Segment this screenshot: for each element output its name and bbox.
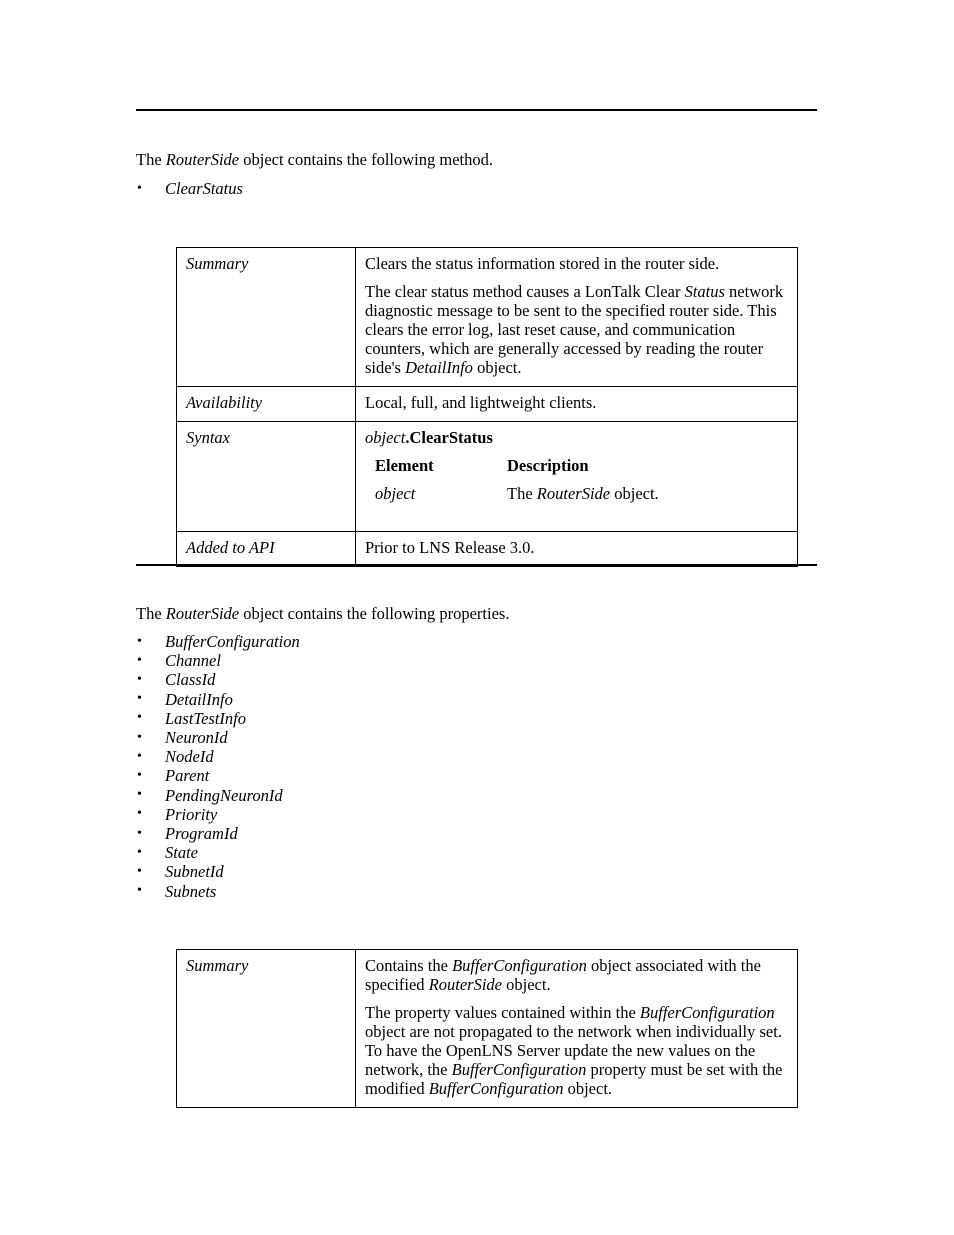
list-item: ClassId — [136, 670, 300, 690]
properties-intro-prefix: The — [136, 604, 166, 623]
row-label-summary: Summary — [176, 247, 356, 387]
syntax-element-grid: Element Description object The RouterSid… — [375, 456, 805, 512]
properties-intro-paragraph: The RouterSide object contains the follo… — [136, 604, 509, 623]
bufferconfig-summary-paragraph-2: The property values contained within the… — [365, 1003, 788, 1098]
row-value-availability: Local, full, and lightweight clients. — [355, 386, 798, 422]
summary-paragraph-2: The clear status method causes a LonTalk… — [365, 282, 788, 377]
list-item: BufferConfiguration — [136, 631, 300, 651]
list-item: Subnets — [136, 881, 300, 901]
list-item: SubnetId — [136, 862, 300, 882]
list-item: NodeId — [136, 747, 300, 767]
summary-p2-part-1: The clear status method causes a LonTalk… — [365, 282, 685, 301]
bc-p2-italic-1: BufferConfiguration — [639, 1003, 775, 1022]
syntax-bottom-spacer — [365, 514, 788, 522]
list-item: ClearStatus — [136, 178, 243, 198]
added-to-api-text: Prior to LNS Release 3.0. — [365, 538, 535, 557]
row-value-summary: Contains the BufferConfiguration object … — [355, 949, 798, 1108]
methods-intro-paragraph: The RouterSide object contains the follo… — [136, 150, 493, 169]
list-item: NeuronId — [136, 728, 300, 748]
properties-list: BufferConfiguration Channel ClassId Deta… — [136, 631, 300, 901]
bufferconfiguration-reference-table: Summary Contains the BufferConfiguration… — [176, 949, 798, 1108]
row-value-summary: Clears the status information stored in … — [355, 247, 798, 387]
syntax-element-description: The RouterSide object. — [507, 484, 805, 512]
row-label-availability: Availability — [176, 386, 356, 422]
availability-text: Local, full, and lightweight clients. — [365, 393, 597, 412]
summary-p2-italic-detailinfo: DetailInfo — [405, 358, 473, 377]
table-row: Added to API Prior to LNS Release 3.0. — [176, 531, 798, 567]
section-divider-middle — [136, 564, 817, 566]
syntax-header-element-text: Element — [375, 456, 434, 475]
table-row: Summary Contains the BufferConfiguration… — [176, 949, 798, 1108]
clearstatus-reference-table: Summary Clears the status information st… — [176, 247, 798, 567]
syntax-element-desc-object: RouterSide — [536, 484, 611, 503]
summary-p2-part-3: object. — [472, 358, 522, 377]
syntax-signature: object.ClearStatus — [365, 428, 788, 447]
properties-intro-suffix: object contains the following properties… — [239, 604, 510, 623]
list-item: DetailInfo — [136, 689, 300, 709]
bc-p1-italic-routerside: RouterSide — [428, 975, 503, 994]
properties-intro-object-name: RouterSide — [165, 604, 240, 623]
row-value-syntax: object.ClearStatus Element Description o… — [355, 421, 798, 532]
list-item: PendingNeuronId — [136, 785, 300, 805]
list-item: Channel — [136, 651, 300, 671]
syntax-element-desc-prefix: The — [507, 484, 537, 503]
methods-intro-prefix: The — [136, 150, 166, 169]
syntax-header-element: Element — [375, 456, 507, 484]
row-value-added-to-api: Prior to LNS Release 3.0. — [355, 531, 798, 567]
bc-p1-italic-bufferconfiguration: BufferConfiguration — [452, 956, 587, 975]
table-row: Element Description — [375, 456, 805, 484]
section-divider-top — [136, 109, 817, 111]
bc-p2-part-4: object. — [563, 1079, 613, 1098]
syntax-header-description-text: Description — [507, 456, 589, 475]
bc-p1-part-3: object. — [502, 975, 551, 994]
bc-p2-italic-3: BufferConfiguration — [428, 1079, 564, 1098]
table-row: Syntax object.ClearStatus Element Descri… — [176, 421, 798, 532]
syntax-element-name: object — [375, 484, 507, 512]
row-label-added-to-api: Added to API — [176, 531, 356, 567]
document-page: The RouterSide object contains the follo… — [0, 0, 954, 1235]
list-item: State — [136, 843, 300, 863]
syntax-signature-object: object — [365, 428, 406, 447]
syntax-element-name-text: object — [375, 484, 416, 503]
methods-intro-suffix: object contains the following method. — [239, 150, 493, 169]
list-item: ProgramId — [136, 824, 300, 844]
list-item: Priority — [136, 804, 300, 824]
syntax-element-desc-suffix: object. — [610, 484, 659, 503]
summary-paragraph-1: Clears the status information stored in … — [365, 254, 720, 273]
row-label-summary: Summary — [176, 949, 356, 1108]
methods-intro-object-name: RouterSide — [165, 150, 240, 169]
bufferconfig-summary-paragraph-1: Contains the BufferConfiguration object … — [365, 956, 788, 994]
methods-list: ClearStatus — [136, 178, 243, 198]
table-row: Summary Clears the status information st… — [176, 247, 798, 387]
bc-p2-italic-2: BufferConfiguration — [451, 1060, 587, 1079]
syntax-header-description: Description — [507, 456, 805, 484]
list-item: LastTestInfo — [136, 708, 300, 728]
table-row: object The RouterSide object. — [375, 484, 805, 512]
bc-p2-part-1: The property values contained within the — [365, 1003, 640, 1022]
bc-p1-part-1: Contains the — [365, 956, 453, 975]
list-item: Parent — [136, 766, 300, 786]
syntax-signature-member: ClearStatus — [409, 428, 493, 447]
row-label-syntax: Syntax — [176, 421, 356, 532]
table-row: Availability Local, full, and lightweigh… — [176, 386, 798, 422]
summary-p2-italic-status: Status — [684, 282, 725, 301]
